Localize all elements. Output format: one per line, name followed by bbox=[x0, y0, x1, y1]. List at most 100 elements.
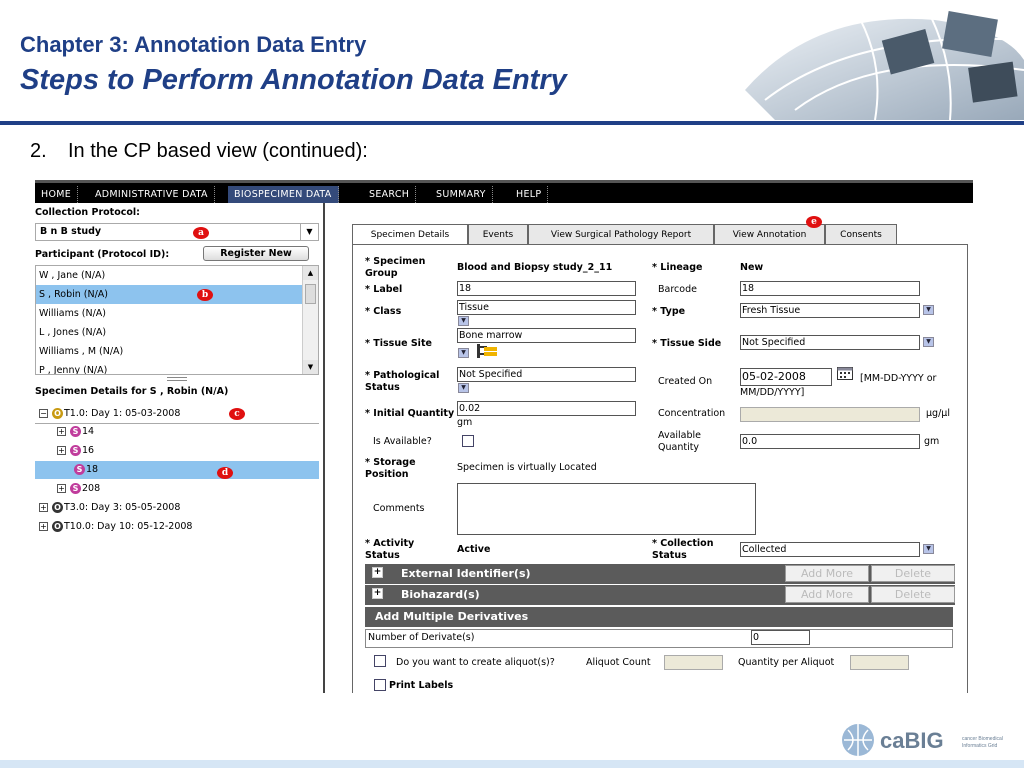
storage-position-label: * Storage Position bbox=[365, 457, 416, 480]
tree-node-t10[interactable]: + O T10.0: Day 10: 05-12-2008 bbox=[39, 518, 192, 536]
list-item[interactable]: Williams , M (N/A) bbox=[36, 342, 302, 361]
callout-a: a bbox=[193, 227, 209, 239]
tab-consents[interactable]: Consents bbox=[825, 224, 897, 244]
type-label: * Type bbox=[652, 306, 686, 317]
scroll-down-icon[interactable]: ▼ bbox=[303, 360, 318, 374]
aliquot-count-input[interactable] bbox=[664, 655, 723, 670]
barcode-input[interactable]: 18 bbox=[740, 281, 920, 296]
available-quantity-label: Available Quantity bbox=[658, 430, 702, 453]
tree-node-specimen-selected[interactable]: S 18 bbox=[35, 461, 319, 479]
header-divider bbox=[0, 121, 1024, 125]
initial-quantity-input[interactable]: 0.02 bbox=[457, 401, 636, 416]
tab-view-annotation[interactable]: View Annotation bbox=[714, 224, 825, 244]
add-more-biohazard-button[interactable]: Add More bbox=[785, 586, 869, 603]
chevron-down-icon[interactable]: ▼ bbox=[300, 224, 318, 240]
list-scrollbar[interactable]: ▲ ▼ bbox=[302, 266, 318, 374]
collection-protocol-value: B n B study bbox=[40, 226, 102, 237]
list-item[interactable]: P , Jenny (N/A) bbox=[36, 361, 302, 374]
expand-icon[interactable]: + bbox=[57, 427, 66, 436]
tab-specimen-details[interactable]: Specimen Details bbox=[352, 224, 468, 245]
available-quantity-input[interactable]: 0.0 bbox=[740, 434, 920, 449]
biohazards-section: + Biohazard(s) Add More Delete bbox=[365, 585, 955, 605]
type-select[interactable]: Fresh Tissue bbox=[740, 303, 920, 318]
nav-help[interactable]: HELP bbox=[510, 186, 549, 203]
lineage-label: * Lineage bbox=[652, 262, 703, 273]
tree-node-t3[interactable]: + O T3.0: Day 3: 05-05-2008 bbox=[39, 499, 180, 517]
tissue-side-label: * Tissue Side bbox=[652, 338, 722, 349]
specimen-icon: S bbox=[70, 426, 81, 437]
biohazards-title: Biohazard(s) bbox=[401, 588, 480, 601]
initial-quantity-label: * Initial Quantity bbox=[365, 408, 455, 419]
nav-home[interactable]: HOME bbox=[35, 186, 79, 203]
quantity-per-aliquot-label: Quantity per Aliquot bbox=[738, 657, 835, 668]
callout-d: d bbox=[217, 467, 233, 479]
expand-icon[interactable]: + bbox=[57, 446, 66, 455]
expand-icon[interactable]: + bbox=[372, 567, 383, 578]
specimen-group-value: Blood and Biopsy study_2_11 bbox=[457, 262, 613, 273]
comments-textarea[interactable] bbox=[457, 483, 756, 535]
callout-c: c bbox=[229, 408, 245, 420]
quantity-per-aliquot-input[interactable] bbox=[850, 655, 909, 670]
scroll-up-icon[interactable]: ▲ bbox=[303, 266, 318, 280]
is-available-checkbox[interactable] bbox=[462, 435, 474, 447]
chevron-down-icon[interactable]: ▼ bbox=[923, 305, 934, 315]
nav-administrative-data[interactable]: ADMINISTRATIVE DATA bbox=[89, 186, 215, 203]
tab-events[interactable]: Events bbox=[468, 224, 528, 244]
callout-e: e bbox=[806, 216, 822, 228]
tissue-side-select[interactable]: Not Specified bbox=[740, 335, 920, 350]
nav-biospecimen-data[interactable]: BIOSPECIMEN DATA bbox=[228, 186, 339, 203]
print-labels-checkbox[interactable] bbox=[374, 679, 386, 691]
pathological-status-select[interactable]: Not Specified bbox=[457, 367, 636, 382]
concentration-unit: µg/µl bbox=[926, 408, 950, 419]
label-input[interactable]: 18 bbox=[457, 281, 636, 296]
nav-summary[interactable]: SUMMARY bbox=[430, 186, 493, 203]
splitter-handle[interactable] bbox=[167, 377, 187, 381]
add-more-identifier-button[interactable]: Add More bbox=[785, 565, 869, 582]
external-identifiers-title: External Identifier(s) bbox=[401, 567, 531, 580]
specimen-icon: S bbox=[70, 445, 81, 456]
list-item-selected[interactable]: S , Robin (N/A) bbox=[36, 285, 302, 304]
initial-quantity-unit: gm bbox=[457, 417, 473, 428]
register-new-button[interactable]: Register New bbox=[203, 246, 309, 261]
storage-position-value: Specimen is virtually Located bbox=[457, 462, 597, 473]
cabig-logo: caBIG cancer Biomedical Informatics Grid bbox=[842, 724, 1003, 756]
expand-icon[interactable]: + bbox=[39, 503, 48, 512]
label-label: * Label bbox=[365, 284, 403, 295]
comments-label: Comments bbox=[373, 503, 425, 514]
external-identifiers-section: + External Identifier(s) Add More Delete bbox=[365, 564, 955, 584]
list-item[interactable]: W , Jane (N/A) bbox=[36, 266, 302, 285]
number-of-derivates-input[interactable]: 0 bbox=[751, 630, 810, 645]
list-item[interactable]: Williams (N/A) bbox=[36, 304, 302, 323]
chevron-down-icon[interactable]: ▼ bbox=[458, 383, 469, 393]
tab-view-surgical-pathology-report[interactable]: View Surgical Pathology Report bbox=[528, 224, 714, 244]
collection-protocol-select[interactable]: B n B study ▼ bbox=[35, 223, 319, 241]
collapse-icon[interactable]: − bbox=[39, 409, 48, 418]
chevron-down-icon[interactable]: ▼ bbox=[923, 337, 934, 347]
chevron-down-icon[interactable]: ▼ bbox=[458, 316, 469, 326]
expand-icon[interactable]: + bbox=[39, 522, 48, 531]
concentration-input[interactable] bbox=[740, 407, 920, 422]
tree-node-specimen[interactable]: + S 14 bbox=[57, 423, 94, 441]
tree-node-t1[interactable]: − O T1.0: Day 1: 05-03-2008 bbox=[39, 405, 180, 423]
class-select[interactable]: Tissue bbox=[457, 300, 636, 315]
aliquot-count-label: Aliquot Count bbox=[586, 657, 651, 668]
chevron-down-icon[interactable]: ▼ bbox=[458, 348, 469, 358]
nav-search[interactable]: SEARCH bbox=[363, 186, 417, 203]
collection-status-select[interactable]: Collected bbox=[740, 542, 920, 557]
class-label: * Class bbox=[365, 306, 402, 317]
participant-list: W , Jane (N/A) S , Robin (N/A) Williams … bbox=[35, 265, 319, 375]
collection-status-label: * Collection Status bbox=[652, 538, 714, 561]
tree-lookup-icon[interactable] bbox=[475, 344, 499, 358]
list-item[interactable]: L , Jones (N/A) bbox=[36, 323, 302, 342]
delete-biohazard-button[interactable]: Delete bbox=[871, 586, 955, 603]
delete-identifier-button[interactable]: Delete bbox=[871, 565, 955, 582]
tree-node-specimen[interactable]: + S 208 bbox=[57, 480, 100, 498]
tree-node-specimen[interactable]: + S 16 bbox=[57, 442, 94, 460]
concentration-label: Concentration bbox=[658, 408, 726, 419]
expand-icon[interactable]: + bbox=[57, 484, 66, 493]
create-aliquots-checkbox[interactable] bbox=[374, 655, 386, 667]
chevron-down-icon[interactable]: ▼ bbox=[923, 544, 934, 554]
expand-icon[interactable]: + bbox=[372, 588, 383, 599]
scroll-thumb[interactable] bbox=[305, 284, 316, 304]
tissue-site-select[interactable]: Bone marrow bbox=[457, 328, 636, 343]
